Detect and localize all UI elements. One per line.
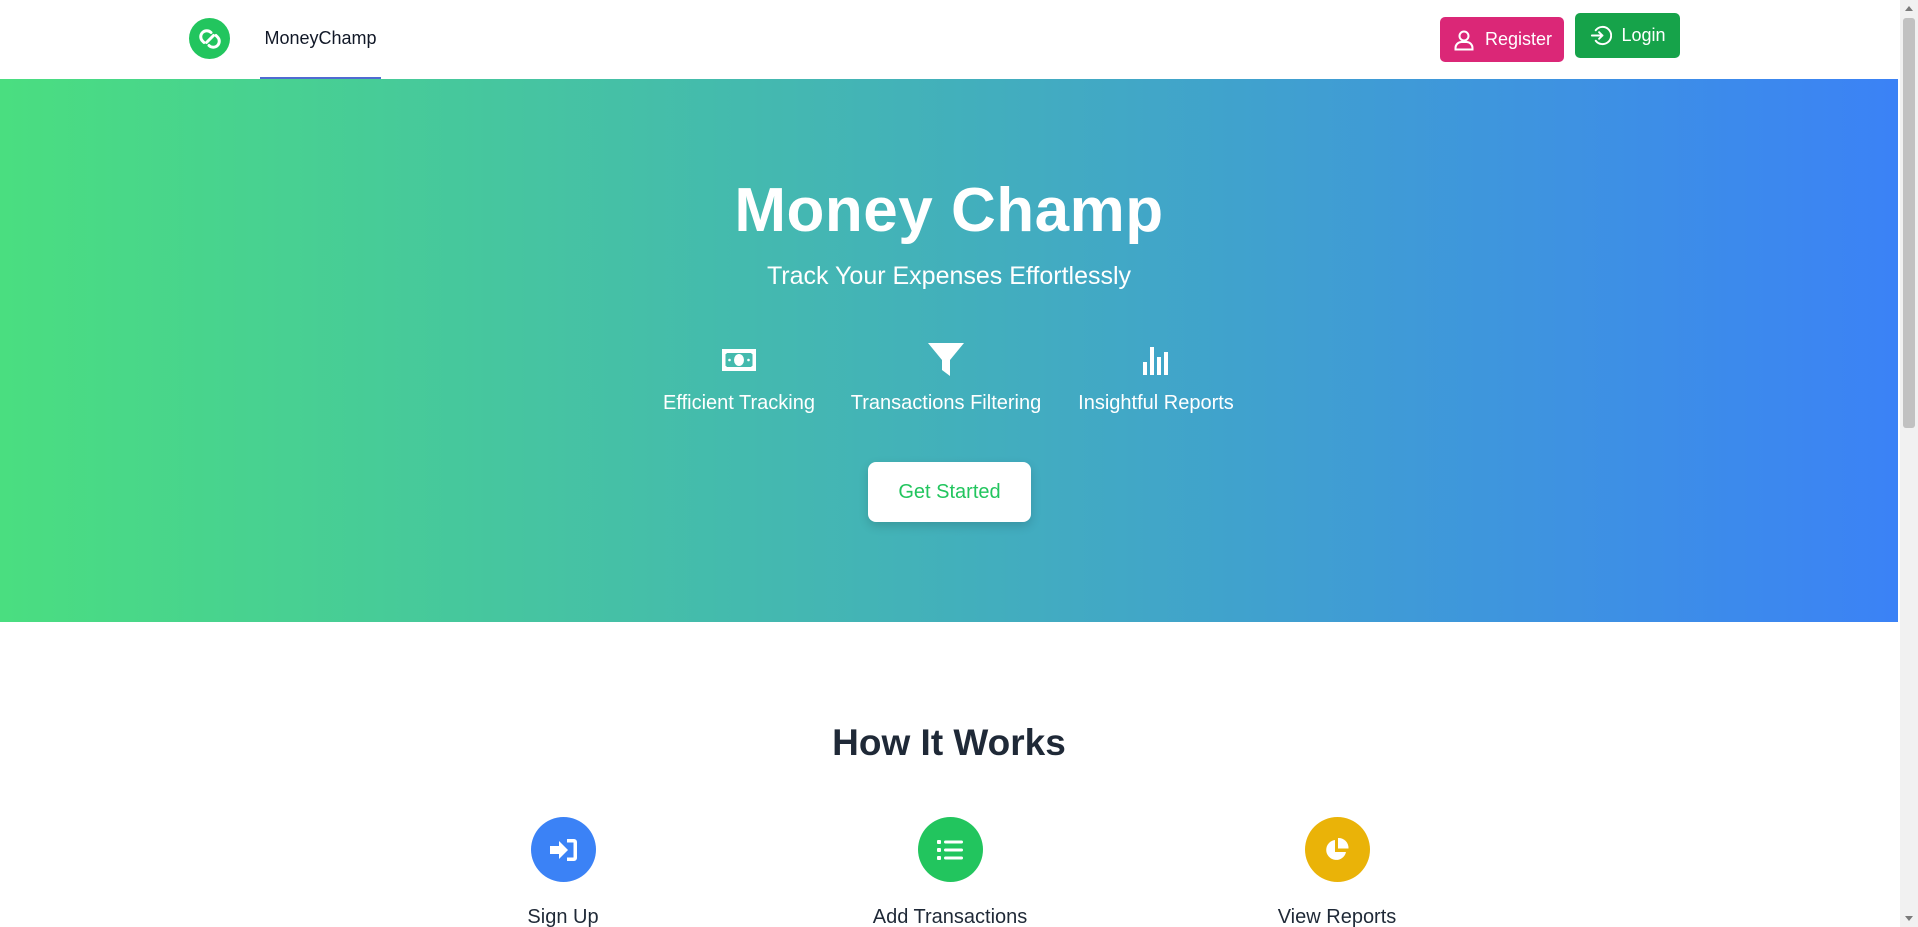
step-label: View Reports [1277,906,1397,927]
scroll-down-arrow-icon[interactable] [1905,916,1913,921]
scrollbar-thumb[interactable] [1903,18,1915,428]
feature-insightful-reports: Insightful Reports [1076,342,1236,415]
how-it-works-title: How It Works [832,722,1066,763]
money-bill-icon [720,342,758,378]
hero-subtitle: Track Your Expenses Effortlessly [766,262,1132,290]
step-label: Sign Up [527,906,599,927]
scroll-up-arrow-icon[interactable] [1905,6,1913,11]
step-add-transactions: Add Transactions [840,817,1060,927]
register-button[interactable]: Register [1440,17,1564,62]
hero-section: Money Champ Track Your Expenses Effortle… [0,79,1898,622]
register-label: Register [1484,29,1553,49]
step-label: Add Transactions [872,906,1028,927]
login-button[interactable]: Login [1575,13,1680,58]
bar-chart-icon [1142,342,1170,378]
feature-efficient-tracking: Efficient Tracking [663,342,815,415]
vertical-scrollbar[interactable] [1900,0,1918,927]
step-icon-circle [917,817,983,882]
step-icon-circle [530,817,596,882]
list-icon [937,839,963,860]
feature-label: Insightful Reports [1078,392,1234,414]
sign-in-icon [1591,25,1613,46]
navbar: MoneyChamp Register Login [0,0,1898,79]
feature-label: Transactions Filtering [850,392,1042,414]
step-view-reports: View Reports [1227,817,1447,927]
user-icon [1454,30,1474,50]
sign-in-icon [550,838,577,861]
link-chain-icon[interactable] [189,18,230,59]
feature-transactions-filtering: Transactions Filtering [851,342,1041,415]
hero-title: Money Champ [734,176,1164,245]
step-sign-up: Sign Up [453,817,673,927]
login-label: Login [1621,25,1666,45]
pie-chart-icon [1326,837,1349,860]
brand-name-link[interactable]: MoneyChamp [260,0,381,79]
page: MoneyChamp Register Login Money Champ Tr… [0,0,1898,927]
get-started-button[interactable]: Get Started [868,462,1031,522]
step-icon-circle [1304,817,1370,882]
feature-label: Efficient Tracking [663,392,815,414]
filter-icon [927,342,965,378]
